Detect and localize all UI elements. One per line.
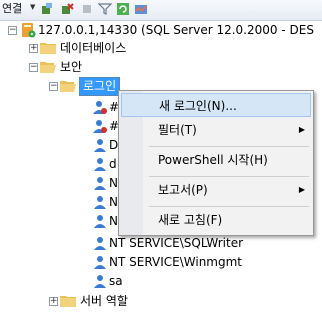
logins-label: 로그인 (79, 77, 121, 96)
tree-node-security[interactable]: − 보안 (0, 57, 200, 77)
menu-item-refresh[interactable]: 새로 고침(F) (121, 208, 311, 232)
submenu-arrow-icon: ▶ (298, 125, 305, 134)
tree-node-server[interactable]: − 127.0.0.1,14330 (SQL Server 12.0.2000 … (0, 20, 322, 40)
user-icon (94, 237, 106, 250)
menu-item-label: 보고서(P) (158, 183, 208, 197)
tree-node-login[interactable]: D (0, 135, 118, 155)
user-icon (94, 215, 106, 228)
winmgmt-label: NT SERVICE\Winmgmt (109, 255, 242, 269)
user-icon (94, 177, 106, 190)
collapse-toggle[interactable]: − (8, 26, 17, 35)
security-label: 보안 (60, 60, 83, 74)
tree-node-login[interactable]: d (0, 154, 118, 174)
databases-label: 데이터베이스 (60, 41, 127, 55)
object-explorer-toolbar: 연결 ▼ (0, 0, 322, 21)
tree-node-login[interactable]: N (0, 211, 118, 231)
submenu-arrow-icon: ▶ (298, 185, 305, 194)
folder-icon (60, 296, 76, 307)
menu-separator (149, 206, 309, 207)
menu-item-label: 새 로그인(N)... (159, 99, 237, 113)
tree-node-login-sqlwriter[interactable]: NT SERVICE\SQLWriter (0, 233, 280, 253)
server-label: 127.0.0.1,14330 (SQL Server 12.0.2000 - … (38, 23, 314, 37)
user-icon (94, 256, 106, 269)
user-icon (94, 158, 106, 171)
connect-object-icon[interactable] (40, 2, 54, 16)
menu-item-reports[interactable]: 보고서(P) ▶ (121, 178, 311, 202)
folder-open-icon (40, 62, 56, 73)
filter-icon[interactable] (98, 2, 112, 16)
stop-icon[interactable] (80, 2, 94, 16)
tree-node-login[interactable]: # (0, 97, 119, 117)
user-disabled-icon (93, 101, 107, 114)
collapse-toggle[interactable]: − (49, 82, 58, 91)
user-icon (94, 275, 106, 288)
menu-item-powershell[interactable]: PowerShell 시작(H) (121, 148, 311, 172)
menu-item-label: PowerShell 시작(H) (158, 153, 268, 167)
user-icon (94, 196, 106, 209)
user-icon (94, 139, 106, 152)
context-menu: 새 로그인(N)... 필터(T) ▶ PowerShell 시작(H) 보고서… (118, 90, 314, 236)
login-label: N (109, 214, 118, 228)
expand-toggle[interactable]: + (49, 297, 58, 306)
sa-label: sa (109, 274, 123, 288)
server-icon (22, 23, 36, 38)
tree-node-login[interactable]: # (0, 116, 119, 136)
menu-separator (149, 146, 309, 147)
login-label: D (109, 138, 119, 152)
menu-separator (149, 176, 309, 177)
folder-icon (40, 43, 56, 54)
tree-node-login[interactable]: N (0, 173, 118, 193)
user-disabled-icon (93, 120, 107, 133)
tree-node-login-winmgmt[interactable]: NT SERVICE\Winmgmt (0, 252, 280, 272)
menu-item-label: 새로 고침(F) (158, 213, 223, 227)
login-label: d (109, 157, 117, 171)
login-label: N (109, 176, 118, 190)
tree-node-login[interactable]: N (0, 192, 118, 212)
tree-node-server-roles[interactable]: + 서버 역할 (0, 291, 200, 311)
menu-item-label: 필터(T) (158, 123, 197, 137)
activity-monitor-icon[interactable] (134, 2, 148, 16)
tree-node-login-sa[interactable]: sa (0, 271, 200, 291)
server-roles-label: 서버 역할 (80, 294, 128, 308)
menu-item-new-login[interactable]: 새 로그인(N)... (121, 93, 311, 117)
sqlwriter-label: NT SERVICE\SQLWriter (109, 236, 244, 250)
expand-toggle[interactable]: + (29, 44, 38, 53)
tree-node-databases[interactable]: + 데이터베이스 (0, 38, 200, 58)
refresh-icon[interactable] (116, 2, 130, 16)
menu-item-filter[interactable]: 필터(T) ▶ (121, 118, 311, 142)
disconnect-icon[interactable] (60, 2, 74, 16)
connect-dropdown-icon[interactable]: ▼ (30, 3, 35, 11)
login-label: N (109, 195, 118, 209)
collapse-toggle[interactable]: − (29, 63, 38, 72)
connect-button[interactable]: 연결 (2, 0, 22, 16)
folder-open-icon (60, 81, 76, 92)
